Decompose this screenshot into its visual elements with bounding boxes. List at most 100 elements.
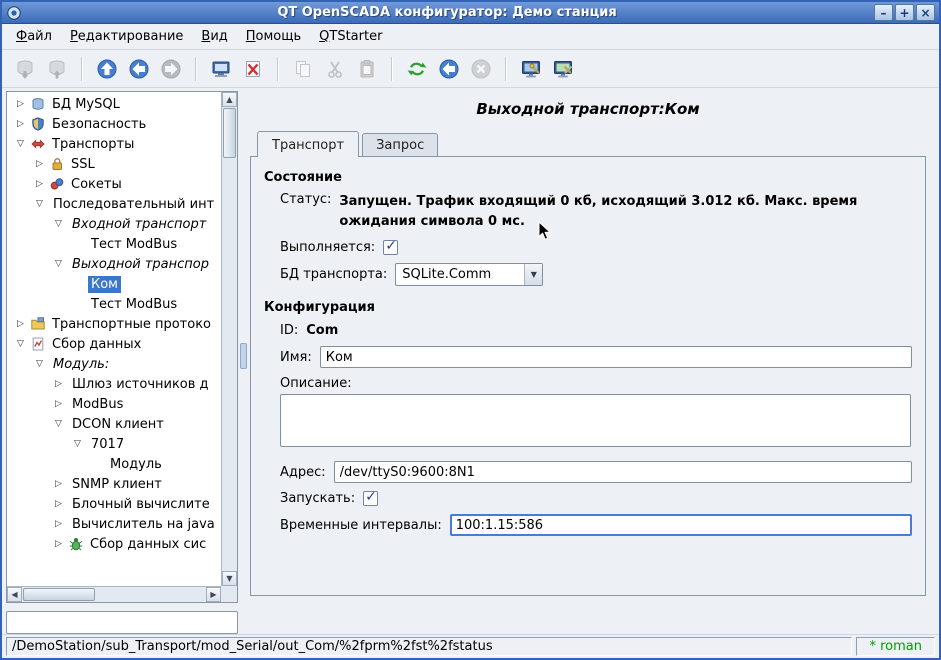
expander-closed-icon[interactable]: ▷: [55, 400, 69, 409]
start-checkbox[interactable]: [363, 491, 378, 506]
tree-item[interactable]: ▷SNMP клиент: [7, 474, 221, 494]
expander-open-icon[interactable]: ▽: [17, 340, 31, 349]
expander-open-icon[interactable]: ▽: [36, 360, 50, 369]
tree-item[interactable]: ▽Модуль:: [7, 354, 221, 374]
daq-icon: [31, 337, 49, 351]
tab-transport[interactable]: Транспорт: [257, 131, 359, 157]
expander-closed-icon[interactable]: ▷: [55, 500, 69, 509]
transport-db-label: БД транспорта:: [280, 267, 387, 282]
expander-closed-icon[interactable]: ▷: [17, 100, 31, 109]
expander-open-icon[interactable]: ▽: [36, 200, 50, 209]
tree-item[interactable]: ▷ModBus: [7, 394, 221, 414]
tree-item[interactable]: ▷Сокеты: [7, 174, 221, 194]
expander-closed-icon[interactable]: ▷: [17, 320, 31, 329]
save-to-db-icon: [42, 54, 72, 84]
menu-item[interactable]: Файл: [7, 25, 61, 48]
qtstarter-tool-icon[interactable]: [516, 54, 546, 84]
tree-item[interactable]: ▽7017: [7, 434, 221, 454]
id-row: ID: Com: [280, 323, 912, 338]
address-input[interactable]: [334, 461, 912, 483]
tree-item[interactable]: Тест ModBus: [7, 234, 221, 254]
expander-closed-icon[interactable]: ▷: [55, 480, 69, 489]
address-row: Адрес:: [280, 461, 912, 483]
tree-item[interactable]: Тест ModBus: [7, 294, 221, 314]
tree-item-label: 7017: [88, 436, 127, 453]
tree-item[interactable]: ▷Блочный вычислите: [7, 494, 221, 514]
go-back-icon[interactable]: [124, 54, 154, 84]
tree-item[interactable]: ▽Сбор данных: [7, 334, 221, 354]
hscroll-thumb[interactable]: [23, 588, 95, 601]
expander-closed-icon[interactable]: ▷: [55, 380, 69, 389]
splitter-handle[interactable]: [240, 343, 247, 369]
transport-db-value: SQLite.Comm: [396, 264, 524, 285]
description-label: Описание:: [280, 376, 352, 391]
tree-item[interactable]: ▷БД MySQL: [7, 94, 221, 114]
intervals-row: Временные интервалы:: [280, 514, 912, 536]
tree-filter-input[interactable]: [6, 611, 238, 634]
scroll-down-icon[interactable]: ▼: [222, 571, 237, 586]
tree-item[interactable]: Модуль: [7, 454, 221, 474]
delete-item-icon[interactable]: [238, 54, 268, 84]
expander-closed-icon[interactable]: ▷: [36, 180, 50, 189]
expander-closed-icon[interactable]: ▷: [55, 540, 69, 549]
maximize-button[interactable]: +: [895, 4, 914, 21]
running-checkbox[interactable]: [383, 240, 398, 255]
expander-closed-icon[interactable]: ▷: [17, 120, 31, 129]
refresh-icon[interactable]: [402, 54, 432, 84]
expander-open-icon[interactable]: ▽: [74, 440, 88, 449]
tree-item[interactable]: ▽DCON клиент: [7, 414, 221, 434]
tab-request[interactable]: Запрос: [362, 133, 438, 156]
menu-item[interactable]: Вид: [192, 25, 236, 48]
expander-closed-icon[interactable]: ▷: [36, 160, 50, 169]
address-label: Адрес:: [280, 465, 326, 480]
tree-item[interactable]: ▷ Транспортные протоко: [7, 314, 221, 334]
scroll-up-icon[interactable]: ▲: [222, 92, 237, 107]
scrollbar-corner: [221, 586, 237, 602]
vscroll-thumb[interactable]: [223, 108, 236, 158]
panel-splitter[interactable]: [238, 91, 249, 634]
add-item-icon[interactable]: [206, 54, 236, 84]
id-value: Com: [306, 323, 338, 338]
tree-item[interactable]: ▽Входной транспорт: [7, 214, 221, 234]
tree-item[interactable]: ▷SSL: [7, 154, 221, 174]
menu-item[interactable]: QTStarter: [310, 25, 391, 48]
description-textarea[interactable]: [280, 394, 911, 447]
tree-item[interactable]: ▽Транспорты: [7, 134, 221, 154]
start-updating-icon[interactable]: [434, 54, 464, 84]
scroll-left-icon[interactable]: ◀: [7, 587, 22, 602]
transport-db-select[interactable]: SQLite.Comm ▼: [395, 263, 543, 286]
tree-item-label: Выходной транспор: [69, 256, 212, 273]
tree-item[interactable]: ▷Вычислитель на java: [7, 514, 221, 534]
expander-open-icon[interactable]: ▽: [55, 260, 69, 269]
expander-open-icon[interactable]: ▽: [55, 420, 69, 429]
status-path: /DemoStation/sub_Transport/mod_Serial/ou…: [6, 637, 852, 656]
tree-item[interactable]: ▽Последовательный инт: [7, 194, 221, 214]
menu-item[interactable]: Помощь: [237, 25, 310, 48]
expander-open-icon[interactable]: ▽: [55, 220, 69, 229]
ssl-icon: [50, 157, 68, 171]
intervals-input[interactable]: [450, 514, 912, 536]
tree-vertical-scrollbar[interactable]: ▲ ▼: [221, 92, 237, 586]
tree-item[interactable]: ▷Сбор данных сис: [7, 534, 221, 554]
tree-item[interactable]: ▷ Безопасность: [7, 114, 221, 134]
name-input[interactable]: [320, 346, 912, 368]
tree-item-label: ModBus: [69, 396, 126, 413]
status-label: Статус:: [280, 192, 331, 207]
close-button[interactable]: ×: [916, 4, 935, 21]
tree-item-label: Транспортные протоко: [49, 316, 214, 333]
minimize-button[interactable]: –: [874, 4, 893, 21]
titlebar[interactable]: QT OpenSCADA конфигуратор: Демо станция …: [2, 2, 939, 24]
expander-closed-icon[interactable]: ▷: [55, 520, 69, 529]
tree-item[interactable]: Ком: [7, 274, 221, 294]
intervals-label: Временные интервалы:: [280, 518, 442, 533]
tree-item-label: Безопасность: [49, 116, 149, 133]
go-up-icon[interactable]: [92, 54, 122, 84]
tree-item[interactable]: ▷Шлюз источников д: [7, 374, 221, 394]
tree-horizontal-scrollbar[interactable]: ◀ ▶: [7, 586, 221, 602]
menu-item[interactable]: Редактирование: [61, 25, 192, 48]
qtstarter-config-icon[interactable]: [548, 54, 578, 84]
scroll-right-icon[interactable]: ▶: [206, 587, 221, 602]
state-group-heading: Состояние: [264, 170, 912, 185]
tree-item[interactable]: ▽Выходной транспор: [7, 254, 221, 274]
expander-open-icon[interactable]: ▽: [17, 140, 31, 149]
